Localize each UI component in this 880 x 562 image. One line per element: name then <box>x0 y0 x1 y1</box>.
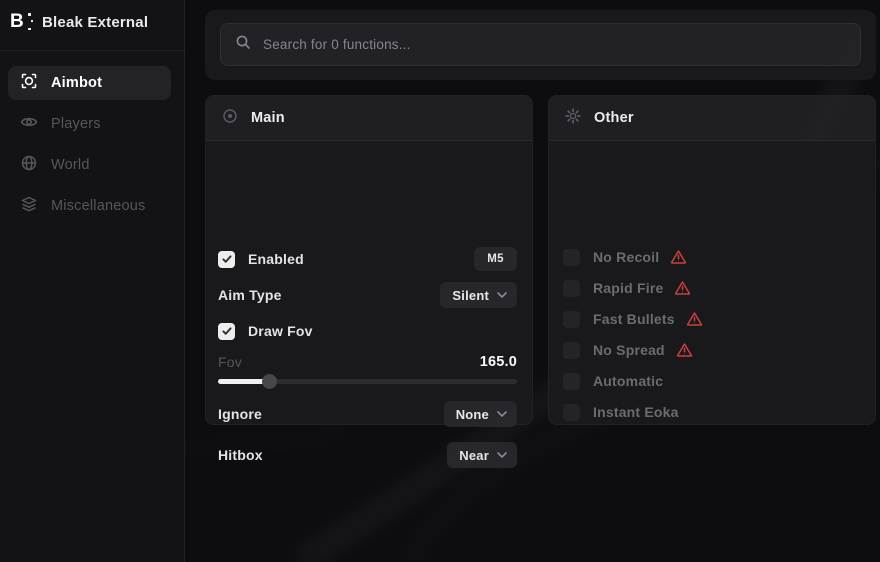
sidebar-item-miscellaneous[interactable]: Miscellaneous <box>8 189 171 223</box>
hitbox-row: Hitbox Near <box>206 442 532 468</box>
keybind-button[interactable]: M5 <box>474 247 517 271</box>
sidebar-item-aimbot[interactable]: Aimbot <box>8 66 171 100</box>
panel-title: Main <box>251 110 285 126</box>
sidebar-item-world[interactable]: World <box>8 148 171 182</box>
draw-fov-checkbox[interactable] <box>218 323 235 340</box>
search-icon <box>235 34 251 55</box>
ignore-value: None <box>456 407 489 422</box>
toggle-label: Automatic <box>593 373 663 389</box>
sidebar-item-label: World <box>51 157 90 173</box>
toggle-label: No Recoil <box>593 249 659 265</box>
search-container: Search for 0 functions... <box>205 10 876 80</box>
globe-icon <box>20 154 38 177</box>
main-panel-header: Main <box>206 96 532 141</box>
panel-title: Other <box>594 110 634 126</box>
toggle-label: Rapid Fire <box>593 280 663 296</box>
layers-icon <box>20 195 38 218</box>
toggle-row-rapid-fire: Rapid Fire <box>563 279 860 297</box>
app-title: Bleak External <box>42 14 148 31</box>
sidebar-item-label: Aimbot <box>51 75 102 91</box>
sidebar-item-label: Miscellaneous <box>51 198 145 214</box>
other-panel: Other No Recoil Rapid Fire Fast Bullets <box>548 95 876 425</box>
app-logo-icon: B <box>10 11 32 33</box>
target-icon <box>222 108 238 129</box>
draw-fov-label: Draw Fov <box>248 323 313 339</box>
enabled-label: Enabled <box>248 251 304 267</box>
toggle-row-no-recoil: No Recoil <box>563 248 860 266</box>
hitbox-label: Hitbox <box>218 447 263 463</box>
ignore-row: Ignore None <box>206 401 532 427</box>
aim-type-value: Silent <box>452 288 489 303</box>
app-logo-row: B Bleak External <box>10 10 148 34</box>
hitbox-value: Near <box>459 448 489 463</box>
toggle-row-automatic: Automatic <box>563 372 860 390</box>
no-recoil-checkbox[interactable] <box>563 249 580 266</box>
hitbox-dropdown[interactable]: Near <box>447 442 517 468</box>
crosshair-icon <box>20 72 38 95</box>
sidebar-separator <box>0 50 185 51</box>
fov-label: Fov <box>218 354 242 370</box>
search-input[interactable]: Search for 0 functions... <box>220 23 861 66</box>
eye-icon <box>20 113 38 136</box>
automatic-checkbox[interactable] <box>563 373 580 390</box>
warning-icon <box>676 342 693 358</box>
toggle-label: Fast Bullets <box>593 311 675 327</box>
sidebar: B Bleak External Aimbot <box>0 0 185 562</box>
chevron-down-icon <box>497 452 507 458</box>
search-placeholder: Search for 0 functions... <box>263 37 411 52</box>
main-panel: Main Enabled M5 Aim Type Silent Draw Fov <box>205 95 533 425</box>
draw-fov-row: Draw Fov <box>206 319 532 343</box>
toggle-label: No Spread <box>593 342 665 358</box>
aim-type-label: Aim Type <box>218 287 282 303</box>
other-panel-header: Other <box>549 96 875 141</box>
warning-icon <box>686 311 703 327</box>
sidebar-item-players[interactable]: Players <box>8 107 171 141</box>
sidebar-nav: Aimbot Players World <box>8 66 171 223</box>
ignore-dropdown[interactable]: None <box>444 401 517 427</box>
check-icon <box>221 253 233 265</box>
aim-type-row: Aim Type Silent <box>206 282 532 308</box>
sidebar-item-label: Players <box>51 116 101 132</box>
chevron-down-icon <box>497 411 507 417</box>
ignore-label: Ignore <box>218 406 262 422</box>
rapid-fire-checkbox[interactable] <box>563 280 580 297</box>
no-spread-checkbox[interactable] <box>563 342 580 359</box>
chevron-down-icon <box>497 292 507 298</box>
toggle-row-instant-eoka: Instant Eoka <box>563 403 860 421</box>
toggle-label: Instant Eoka <box>593 404 679 420</box>
instant-eoka-checkbox[interactable] <box>563 404 580 421</box>
check-icon <box>221 325 233 337</box>
aim-type-dropdown[interactable]: Silent <box>440 282 517 308</box>
fov-row: Fov 165.0 <box>206 353 532 371</box>
content-area: Search for 0 functions... Main Enabled M… <box>185 0 880 562</box>
warning-icon <box>674 280 691 296</box>
fov-slider-handle[interactable] <box>262 374 277 389</box>
warning-icon <box>670 249 687 265</box>
fast-bullets-checkbox[interactable] <box>563 311 580 328</box>
fov-slider[interactable] <box>218 379 517 384</box>
gear-icon <box>565 108 581 129</box>
fov-value: 165.0 <box>480 354 517 370</box>
enabled-row: Enabled M5 <box>206 247 532 271</box>
toggle-row-fast-bullets: Fast Bullets <box>563 310 860 328</box>
toggle-row-no-spread: No Spread <box>563 341 860 359</box>
other-rows: No Recoil Rapid Fire Fast Bullets <box>549 248 875 421</box>
enabled-checkbox[interactable] <box>218 251 235 268</box>
